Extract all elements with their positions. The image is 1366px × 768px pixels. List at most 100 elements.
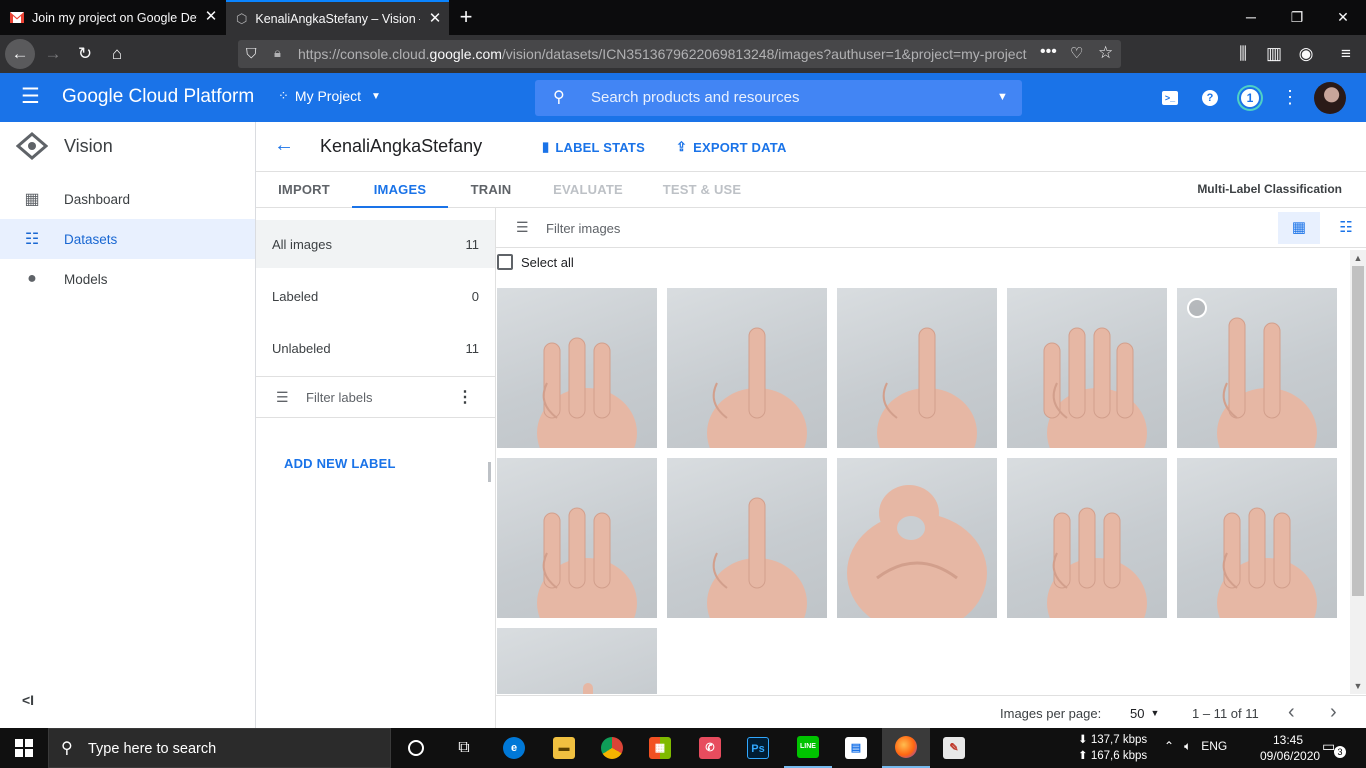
reload-button[interactable]: ↻ [70, 39, 100, 69]
image-thumbnail[interactable] [837, 288, 997, 448]
document-icon[interactable]: ▤ [832, 728, 880, 768]
minimize-button[interactable]: ─ [1228, 0, 1274, 35]
menu-icon[interactable]: ≡ [1331, 39, 1361, 69]
edge-icon[interactable]: e [490, 728, 538, 768]
export-data-label: EXPORT DATA [693, 139, 787, 155]
select-all-checkbox[interactable]: Select all [496, 253, 574, 271]
chrome-icon[interactable] [588, 728, 636, 768]
sidebar-icon[interactable]: ▥ [1259, 39, 1289, 69]
close-icon[interactable]: ✕ [203, 9, 219, 25]
lightbulb-icon: ● [27, 270, 37, 287]
panel-resize-handle[interactable] [488, 462, 491, 482]
collapse-sidebar-button[interactable]: <I [22, 692, 34, 708]
whatsapp-icon[interactable]: ✆ [686, 728, 734, 768]
library-icon[interactable]: ⫼ [1228, 39, 1258, 69]
window-close-button[interactable]: ✕ [1320, 0, 1366, 35]
firefox-icon[interactable] [882, 728, 930, 768]
image-thumbnail[interactable] [497, 288, 657, 448]
cortana-icon[interactable] [392, 728, 440, 768]
tab-images[interactable]: IMAGES [352, 172, 448, 208]
store-icon[interactable]: ▦ [636, 728, 684, 768]
taskbar-search-input[interactable]: ⚲ Type here to search [48, 728, 391, 768]
help-icon[interactable]: ? [1198, 85, 1222, 109]
filter-labeled[interactable]: Labeled 0 [256, 272, 495, 320]
volume-icon[interactable]: 🔈︎ [1184, 739, 1191, 754]
photoshop-icon[interactable]: Ps [734, 728, 782, 768]
image-thumbnail[interactable] [1007, 288, 1167, 448]
lock-icon[interactable]: 🔒︎ [274, 45, 281, 61]
scrollbar-thumb[interactable] [1352, 266, 1364, 596]
scroll-up-icon[interactable]: ▲ [1350, 250, 1366, 266]
home-icon[interactable]: ⌂ [102, 39, 132, 69]
hamburger-menu-icon[interactable]: ☰ [21, 84, 40, 109]
sidebar-item-label: Models [64, 271, 108, 287]
image-thumbnail[interactable] [1007, 458, 1167, 618]
grid-view-icon[interactable]: ▦ [1278, 212, 1320, 244]
search-input[interactable]: ⚲ Search products and resources ▼ [535, 80, 1022, 116]
image-thumbnail[interactable] [667, 458, 827, 618]
project-selector[interactable]: ⁘ My Project ▼ [278, 88, 381, 104]
restore-button[interactable]: ❐ [1274, 0, 1320, 35]
pocket-icon[interactable]: ♡ [1070, 44, 1083, 62]
line-icon[interactable]: LINE [784, 728, 832, 768]
account-icon[interactable]: ◉ [1291, 39, 1321, 69]
back-arrow-icon[interactable]: ← [274, 134, 294, 157]
image-thumbnail[interactable] [837, 458, 997, 618]
image-thumbnail[interactable] [497, 458, 657, 618]
export-data-button[interactable]: ⇪ EXPORT DATA [676, 139, 787, 155]
notification-badge[interactable]: 1 [1239, 87, 1261, 109]
file-explorer-icon[interactable]: ▬ [540, 728, 588, 768]
sidebar-item-datasets[interactable]: ☷ Datasets [0, 219, 255, 259]
browser-tab-gmail[interactable]: Join my project on Google Dev ✕ [0, 0, 225, 35]
bookmark-star-icon[interactable]: ☆ [1098, 43, 1113, 63]
cloud-shell-icon[interactable]: >_ [1158, 85, 1182, 109]
gmail-icon [10, 12, 24, 23]
gcp-brand[interactable]: Google Cloud Platform [62, 86, 254, 108]
image-thumbnail[interactable] [497, 628, 657, 694]
more-actions-icon[interactable]: ••• [1040, 43, 1057, 61]
avatar[interactable] [1314, 82, 1346, 114]
select-image-checkbox[interactable] [1187, 298, 1207, 318]
filter-unlabeled[interactable]: Unlabeled 11 [256, 324, 495, 372]
clock[interactable]: 13:45 09/06/2020 [1260, 732, 1320, 764]
filter-labels-input[interactable]: ☰ Filter labels ⋮ [256, 376, 495, 418]
next-page-icon[interactable]: › [1330, 701, 1337, 724]
task-view-icon[interactable]: ⧉ [440, 728, 488, 768]
shield-icon[interactable]: ⛉ [246, 45, 257, 62]
more-vert-icon[interactable]: ⋮ [1278, 85, 1302, 109]
tab-import[interactable]: IMPORT [264, 172, 344, 208]
checkbox-icon[interactable] [497, 254, 513, 270]
browser-tab-vision[interactable]: ⬡ KenaliAngkaStefany – Vision – ✕ [226, 0, 449, 35]
language-indicator[interactable]: ENG [1201, 739, 1227, 754]
new-tab-button[interactable]: + [453, 4, 479, 30]
image-thumbnail[interactable] [1177, 458, 1337, 618]
more-vert-icon[interactable]: ⋮ [457, 387, 473, 407]
chevron-up-icon[interactable]: ⌃ [1164, 739, 1174, 754]
scroll-down-icon[interactable]: ▼ [1350, 678, 1366, 694]
paint-icon[interactable]: ✎ [930, 728, 978, 768]
scrollbar[interactable]: ▲ ▼ [1350, 250, 1366, 694]
url-prefix: https://console.cloud. [298, 46, 430, 62]
url-bar[interactable]: ⛉ 🔒︎ https://console.cloud.google.com/vi… [238, 40, 1121, 68]
previous-page-icon[interactable]: ‹ [1288, 701, 1295, 724]
filter-all-images[interactable]: All images 11 [256, 220, 495, 268]
action-center-icon[interactable]: ▭ 3 [1322, 738, 1346, 758]
image-thumbnail[interactable] [1177, 288, 1337, 448]
filter-label: All images [272, 236, 332, 252]
list-view-icon[interactable]: ☷ [1330, 212, 1362, 244]
tab-train[interactable]: TRAIN [456, 172, 526, 208]
image-thumbnail[interactable] [667, 288, 827, 448]
filter-images-input[interactable]: Filter images [546, 221, 620, 236]
sidebar-item-models[interactable]: ● Models [0, 259, 255, 299]
windows-start-icon[interactable] [0, 728, 48, 768]
label-stats-button[interactable]: ▮ LABEL STATS [542, 139, 645, 155]
url-text[interactable]: https://console.cloud.google.com/vision/… [298, 40, 1038, 68]
close-icon[interactable]: ✕ [427, 11, 443, 27]
sidebar-item-dashboard[interactable]: ▦ Dashboard [0, 179, 255, 219]
dataset-header: ← KenaliAngkaStefany ▮ LABEL STATS ⇪ EXP… [256, 122, 1366, 172]
chevron-down-icon[interactable]: ▼ [997, 91, 1008, 103]
images-per-page-select[interactable]: 50 ▼ [1130, 706, 1159, 721]
back-button[interactable]: ← [5, 39, 35, 69]
forward-button[interactable]: → [38, 39, 68, 69]
add-new-label-button[interactable]: ADD NEW LABEL [284, 456, 396, 471]
